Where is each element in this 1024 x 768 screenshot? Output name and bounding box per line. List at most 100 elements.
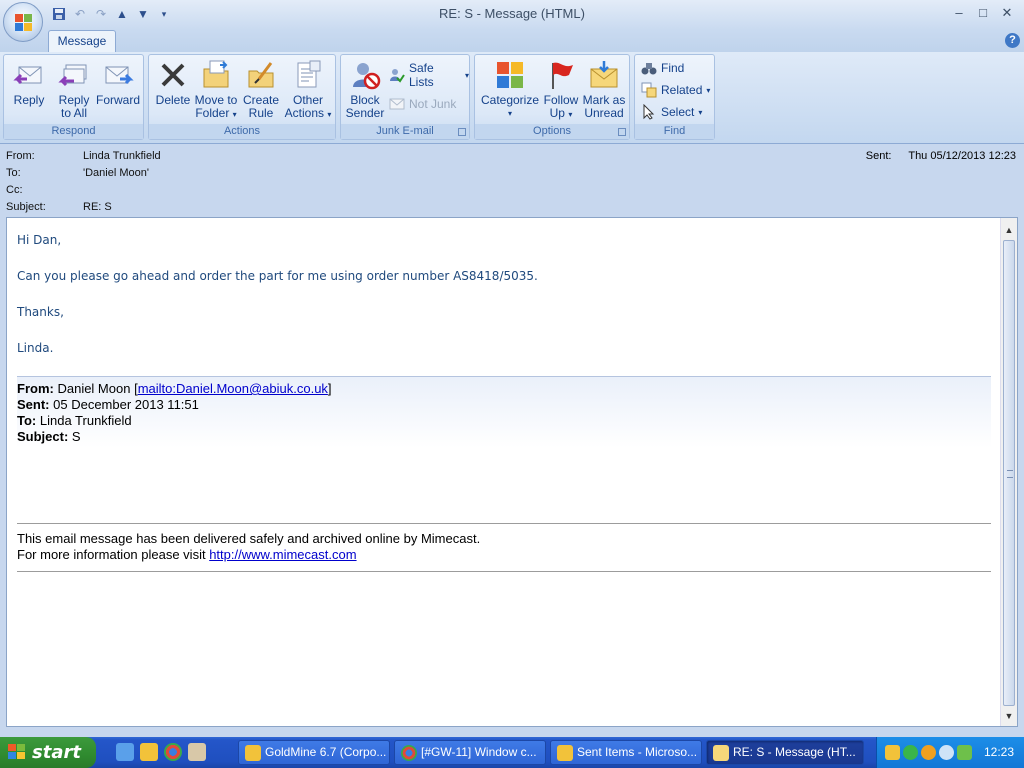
group-label-find: Find — [635, 124, 714, 139]
reply-all-icon — [58, 59, 90, 91]
clock: 12:23 — [983, 745, 1014, 759]
mark-as-unread-icon — [588, 59, 620, 91]
safe-lists-icon — [389, 67, 405, 83]
create-rule-icon — [245, 59, 277, 91]
quoted-subject: Subject: S — [17, 429, 81, 444]
dropdown-caret-icon: ▾ — [568, 110, 573, 119]
group-label-actions: Actions — [149, 124, 335, 139]
chrome-icon — [401, 745, 417, 761]
from-label: From: — [6, 150, 35, 162]
message-headers: From: Linda Trunkfield To: 'Daniel Moon'… — [0, 145, 1024, 217]
sent-row: Sent: Thu 05/12/2013 12:23 — [866, 150, 1016, 162]
network-icon[interactable] — [939, 745, 954, 760]
outlook-tray-icon[interactable] — [885, 745, 900, 760]
delete-button[interactable]: Delete — [153, 59, 193, 107]
sent-value: Thu 05/12/2013 12:23 — [908, 150, 1016, 162]
select-button[interactable]: Select ▾ — [641, 103, 702, 121]
block-sender-button[interactable]: Block Sender — [343, 59, 387, 120]
quick-launch — [116, 743, 206, 761]
group-label-options: Options — [475, 124, 629, 139]
green-status-icon[interactable] — [903, 745, 918, 760]
ribbon: Reply Reply to All Forward Respond Delet… — [0, 52, 1024, 144]
cursor-arrow-icon — [641, 103, 657, 120]
cc-label: Cc: — [6, 184, 23, 196]
scroll-down-arrow-icon[interactable]: ▼ — [1001, 708, 1017, 724]
group-respond: Reply Reply to All Forward Respond — [3, 54, 144, 140]
minimize-button[interactable]: – — [948, 4, 970, 22]
subject-label: Subject: — [6, 201, 46, 213]
vertical-scrollbar[interactable]: ▲ ▼ — [1000, 218, 1017, 726]
title-bar: ↶ ↷ ▲ ▼ ▾ RE: S - Message (HTML) – □ ✕ — [0, 0, 1024, 30]
footer-line-2: For more information please visit http:/… — [17, 547, 357, 562]
message-text: Hi Dan, Can you please go ahead and orde… — [17, 232, 991, 376]
task-sent-items[interactable]: Sent Items - Microso... — [550, 740, 702, 765]
envelope-icon — [713, 745, 729, 761]
other-actions-icon — [292, 59, 324, 91]
group-label-junk-email: Junk E-mail — [341, 124, 469, 139]
follow-up-button[interactable]: Follow Up ▾ — [541, 59, 581, 121]
task-message[interactable]: RE: S - Message (HT... — [706, 740, 864, 765]
safe-lists-button[interactable]: Safe Lists ▾ — [389, 61, 469, 89]
sent-label: Sent: — [865, 150, 892, 162]
outlook-icon[interactable] — [140, 743, 158, 761]
task-goldmine[interactable]: GoldMine 6.7 (Corpo... — [238, 740, 390, 765]
related-button[interactable]: Related ▾ — [641, 81, 710, 99]
from-value[interactable]: Linda Trunkfield — [83, 150, 161, 162]
dropdown-caret-icon: ▾ — [232, 110, 237, 119]
signoff: Linda. — [17, 341, 54, 355]
maximize-button[interactable]: □ — [972, 4, 994, 22]
close-button[interactable]: ✕ — [996, 4, 1018, 22]
start-button[interactable]: start — [0, 737, 96, 768]
reply-all-button[interactable]: Reply to All — [52, 59, 96, 120]
other-actions-button[interactable]: Other Actions ▾ — [283, 59, 333, 121]
chrome-icon[interactable] — [164, 743, 182, 761]
create-rule-button[interactable]: Create Rule — [241, 59, 281, 120]
app-icon[interactable] — [188, 743, 206, 761]
task-chrome[interactable]: [#GW-11] Window c... — [394, 740, 546, 765]
orange-status-icon[interactable] — [921, 745, 936, 760]
system-tray: 12:23 — [876, 737, 1024, 768]
not-junk-button[interactable]: Not Junk — [389, 95, 456, 113]
subject-value: RE: S — [83, 201, 112, 213]
window-title: RE: S - Message (HTML) — [439, 6, 585, 21]
find-button[interactable]: Find — [641, 59, 684, 77]
tab-message[interactable]: Message — [48, 30, 116, 52]
categorize-button[interactable]: Categorize ▾ — [479, 59, 541, 120]
reply-icon — [13, 59, 45, 91]
dropdown-caret-icon: ▾ — [706, 85, 711, 95]
move-to-folder-button[interactable]: Move to Folder ▾ — [193, 59, 239, 121]
to-value[interactable]: 'Daniel Moon' — [83, 167, 149, 179]
ie-icon[interactable] — [116, 743, 134, 761]
mailto-link[interactable]: mailto:Daniel.Moon@abiuk.co.uk — [138, 381, 328, 396]
scroll-up-arrow-icon[interactable]: ▲ — [1001, 222, 1017, 238]
security-icon[interactable] — [957, 745, 972, 760]
follow-up-flag-icon — [545, 59, 577, 91]
thanks: Thanks, — [17, 305, 64, 319]
message-body[interactable]: Hi Dan, Can you please go ahead and orde… — [6, 217, 1018, 727]
dialog-launcher-icon[interactable] — [618, 128, 626, 136]
dropdown-caret-icon: ▾ — [464, 70, 469, 80]
forward-icon — [102, 59, 134, 91]
tray-icons — [885, 745, 972, 760]
mark-as-unread-button[interactable]: Mark as Unread — [581, 59, 627, 120]
binoculars-icon — [641, 60, 657, 76]
group-actions: Delete Move to Folder ▾ Create Rule Othe… — [148, 54, 336, 140]
forward-button[interactable]: Forward — [94, 59, 142, 107]
group-find: Find Related ▾ Select ▾ Find — [634, 54, 715, 140]
related-icon — [641, 82, 657, 98]
block-sender-icon — [349, 59, 381, 91]
group-options: Categorize ▾ Follow Up ▾ Mark as Unread … — [474, 54, 630, 140]
office-button[interactable] — [3, 2, 43, 42]
quoted-header: From: Daniel Moon [mailto:Daniel.Moon@ab… — [17, 376, 991, 448]
dropdown-caret-icon: ▾ — [327, 110, 332, 119]
help-icon[interactable]: ? — [1005, 33, 1020, 48]
mimecast-link[interactable]: http://www.mimecast.com — [209, 547, 356, 562]
categorize-icon — [494, 59, 526, 91]
quoted-sent: Sent: 05 December 2013 11:51 — [17, 397, 199, 412]
greeting: Hi Dan, — [17, 233, 62, 247]
dialog-launcher-icon[interactable] — [458, 128, 466, 136]
scroll-grip-icon — [1007, 470, 1013, 478]
reply-button[interactable]: Reply — [8, 59, 50, 107]
delete-icon — [157, 59, 189, 91]
scroll-thumb[interactable] — [1003, 240, 1015, 706]
